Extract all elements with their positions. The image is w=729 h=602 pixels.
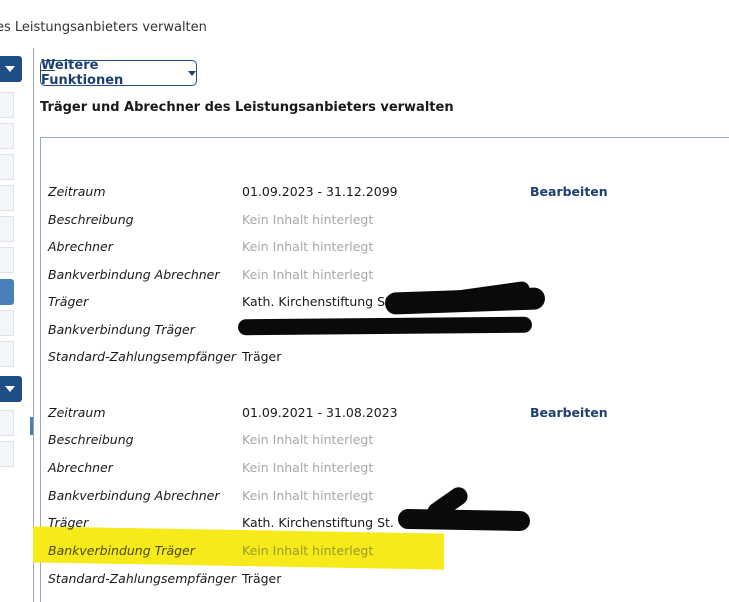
field-value: Kein Inhalt hinterlegt [242, 488, 374, 503]
field-value: Träger [242, 349, 282, 364]
weitere-funktionen-button[interactable]: Weitere Funktionen [40, 58, 197, 88]
sidebar-item[interactable] [0, 154, 14, 180]
field-label: Bankverbindung Abrechner [48, 267, 220, 282]
field-label: Bankverbindung Träger [48, 322, 195, 337]
page-title: es Leistungsanbieters verwalten [0, 20, 207, 35]
detail-row-traeger: Träger Kath. Kirchenstiftung St. [48, 294, 648, 314]
chevron-down-icon [5, 386, 15, 392]
detail-row-abrechner: Abrechner Kein Inhalt hinterlegt [48, 239, 648, 259]
field-label: Beschreibung [48, 432, 134, 447]
field-value: Kath. Kirchenstiftung St. [242, 294, 394, 309]
field-label: Beschreibung [48, 212, 134, 227]
detail-row-standard-zahlungsempfaenger: Standard-Zahlungsempfänger Träger [48, 571, 648, 591]
field-value: Kein Inhalt hinterlegt [242, 267, 374, 282]
field-label: Abrechner [48, 239, 113, 254]
redaction-scribble [237, 316, 533, 336]
sidebar-item[interactable] [0, 410, 14, 436]
detail-row-bankverbindung-traeger: Bankverbindung Träger Kein Inhalt hinter… [48, 543, 648, 563]
detail-row-abrechner: Abrechner Kein Inhalt hinterlegt [48, 460, 648, 480]
detail-row-zeitraum: Zeitraum 01.09.2023 - 31.12.2099 Bearbei… [48, 184, 648, 204]
chevron-down-icon [5, 66, 15, 72]
bearbeiten-link[interactable]: Bearbeiten [530, 405, 608, 420]
field-value: Kein Inhalt hinterlegt [242, 432, 374, 447]
field-label: Zeitraum [48, 184, 106, 199]
sidebar-item[interactable] [0, 310, 14, 336]
field-label: Standard-Zahlungsempfänger [48, 571, 237, 586]
detail-row-bankverbindung-abrechner: Bankverbindung Abrechner Kein Inhalt hin… [48, 488, 648, 508]
field-value: Kein Inhalt hinterlegt [242, 543, 374, 558]
field-label: Bankverbindung Träger [48, 543, 195, 558]
detail-row-beschreibung: Beschreibung Kein Inhalt hinterlegt [48, 432, 648, 452]
field-label: Bankverbindung Abrechner [48, 488, 220, 503]
sidebar-item[interactable] [0, 216, 14, 242]
bearbeiten-link[interactable]: Bearbeiten [530, 184, 608, 199]
sidebar-item[interactable] [0, 123, 14, 149]
redaction-scribble [397, 508, 531, 532]
field-label: Standard-Zahlungsempfänger [48, 349, 237, 364]
sidebar-dropdown-button[interactable] [0, 56, 22, 82]
field-label: Träger [48, 294, 89, 309]
field-value: Träger [242, 571, 282, 586]
panel-divider [33, 48, 34, 602]
field-label: Träger [48, 515, 89, 530]
sidebar-dropdown-button[interactable] [0, 376, 22, 402]
sidebar-item[interactable] [0, 341, 14, 367]
field-value: Kath. Kirchenstiftung St. [242, 515, 394, 530]
sidebar-item-active[interactable] [0, 279, 14, 305]
field-value: 01.09.2021 - 31.08.2023 [242, 405, 398, 420]
section-title: Träger und Abrechner des Leistungsanbiet… [40, 100, 454, 115]
caret-down-icon [188, 70, 196, 76]
sidebar-item[interactable] [0, 92, 14, 118]
detail-row-zeitraum: Zeitraum 01.09.2021 - 31.08.2023 Bearbei… [48, 405, 648, 425]
sidebar-item[interactable] [0, 441, 14, 467]
field-label: Abrechner [48, 460, 113, 475]
weitere-funktionen-label: Weitere Funktionen [41, 58, 124, 88]
detail-row-standard-zahlungsempfaenger: Standard-Zahlungsempfänger Träger [48, 349, 648, 369]
field-value: Kein Inhalt hinterlegt [242, 460, 374, 475]
detail-row-bankverbindung-abrechner: Bankverbindung Abrechner Kein Inhalt hin… [48, 267, 648, 287]
field-label: Zeitraum [48, 405, 106, 420]
sidebar-item[interactable] [0, 247, 14, 273]
detail-row-traeger: Träger Kath. Kirchenstiftung St. [48, 515, 648, 535]
field-value: Kein Inhalt hinterlegt [242, 239, 374, 254]
detail-row-beschreibung: Beschreibung Kein Inhalt hinterlegt [48, 212, 648, 232]
field-value: 01.09.2023 - 31.12.2099 [242, 184, 398, 199]
sidebar-item[interactable] [0, 185, 14, 211]
field-value: Kein Inhalt hinterlegt [242, 212, 374, 227]
